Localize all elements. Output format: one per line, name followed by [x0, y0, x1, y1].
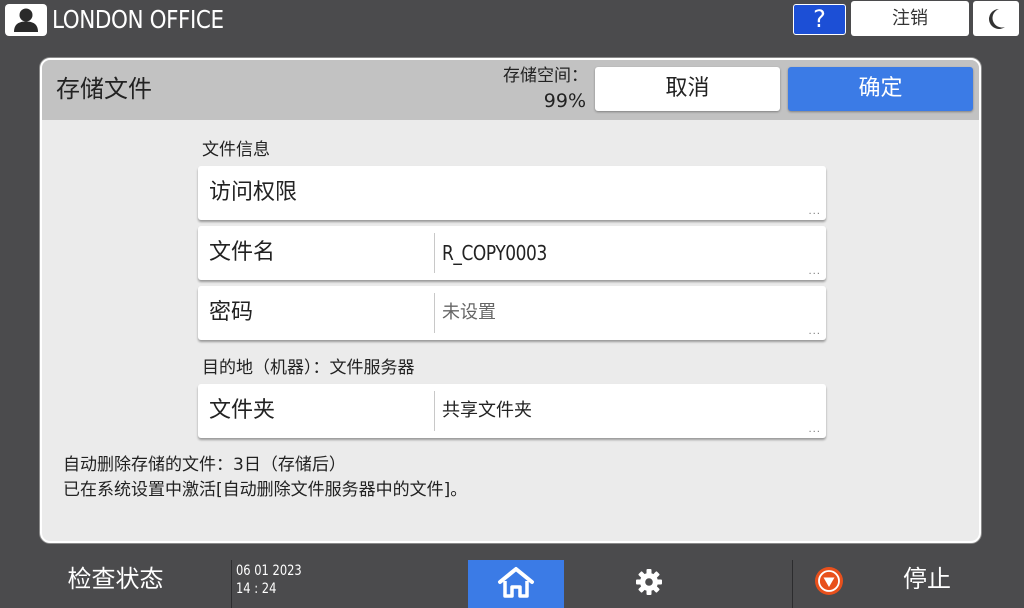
check-status-button[interactable]: 检查状态 — [0, 560, 231, 608]
bottom-bar: 检查状态 06 01 2023 14 : 24 停止 — [0, 560, 1024, 608]
row-divider — [434, 233, 435, 273]
auto-delete-note: 自动删除存储的文件：3日（存储后） — [63, 455, 346, 475]
divider — [231, 560, 232, 608]
stop-label: 停止 — [903, 565, 951, 593]
password-value: 未设置 — [442, 302, 496, 323]
user-icon[interactable] — [5, 4, 47, 36]
home-icon — [498, 567, 534, 598]
time-text: 14 : 24 — [236, 581, 277, 597]
row-divider — [434, 391, 435, 431]
file-name-row[interactable]: 文件名 R_COPY0003 ... — [198, 226, 826, 280]
gear-icon — [636, 569, 662, 595]
stop-icon — [815, 567, 843, 595]
datetime: 06 01 2023 14 : 24 — [236, 562, 302, 598]
file-info-label: 文件信息 — [202, 140, 270, 160]
folder-label: 文件夹 — [209, 398, 276, 423]
settings-button[interactable] — [564, 560, 734, 608]
moon-icon — [989, 9, 1005, 29]
access-rights-label: 访问权限 — [209, 180, 298, 205]
file-name-label: 文件名 — [209, 240, 276, 265]
access-rights-row[interactable]: 访问权限 ... — [198, 166, 826, 220]
storage-label: 存储空间： — [503, 66, 588, 86]
password-label: 密码 — [209, 300, 254, 325]
ok-button[interactable]: 确定 — [788, 67, 973, 111]
row-divider — [434, 293, 435, 333]
sleep-button[interactable] — [973, 1, 1019, 36]
dialog-title: 存储文件 — [56, 75, 152, 103]
cancel-button[interactable]: 取消 — [595, 67, 780, 111]
help-button[interactable]: ? — [793, 4, 846, 35]
destination-label: 目的地（机器）：文件服务器 — [202, 358, 415, 378]
date-text: 06 01 2023 — [236, 563, 302, 579]
password-row[interactable]: 密码 未设置 ... — [198, 286, 826, 340]
dialog-header: 存储文件 存储空间： 99% 取消 确定 — [42, 60, 979, 120]
auto-delete-setting-note: 已在系统设置中激活[自动删除文件服务器中的文件]。 — [63, 480, 468, 500]
office-name: LONDON OFFICE — [52, 5, 224, 34]
storage-value: 99% — [543, 90, 586, 112]
more-icon: ... — [808, 206, 821, 217]
top-bar: LONDON OFFICE ? 注销 — [0, 0, 1024, 40]
folder-value: 共享文件夹 — [442, 400, 532, 421]
more-icon: ... — [808, 326, 821, 337]
logout-button[interactable]: 注销 — [851, 1, 969, 36]
file-name-value: R_COPY0003 — [442, 241, 547, 265]
store-file-dialog: 存储文件 存储空间： 99% 取消 确定 文件信息 访问权限 ... 文件名 R… — [40, 58, 981, 543]
more-icon: ... — [808, 266, 821, 277]
more-icon: ... — [808, 424, 821, 435]
folder-row[interactable]: 文件夹 共享文件夹 ... — [198, 384, 826, 438]
home-button[interactable] — [468, 560, 564, 608]
stop-button[interactable]: 停止 — [793, 560, 1024, 608]
